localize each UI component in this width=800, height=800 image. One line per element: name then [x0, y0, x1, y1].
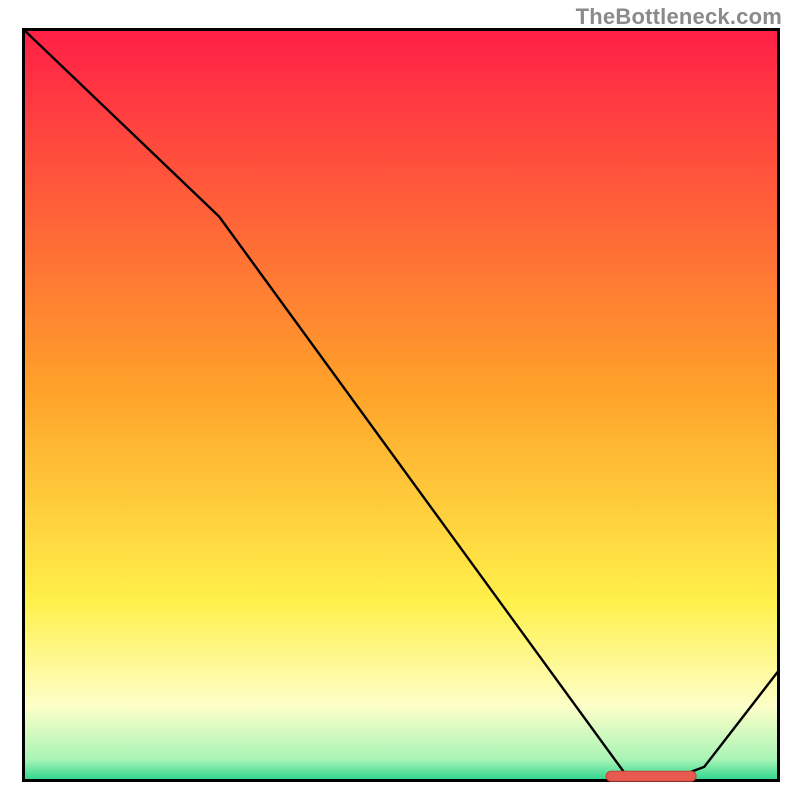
chart-container: TheBottleneck.com	[0, 0, 800, 800]
attribution-label: TheBottleneck.com	[576, 4, 782, 30]
chart-svg	[22, 28, 780, 782]
chart-plot	[22, 28, 780, 782]
